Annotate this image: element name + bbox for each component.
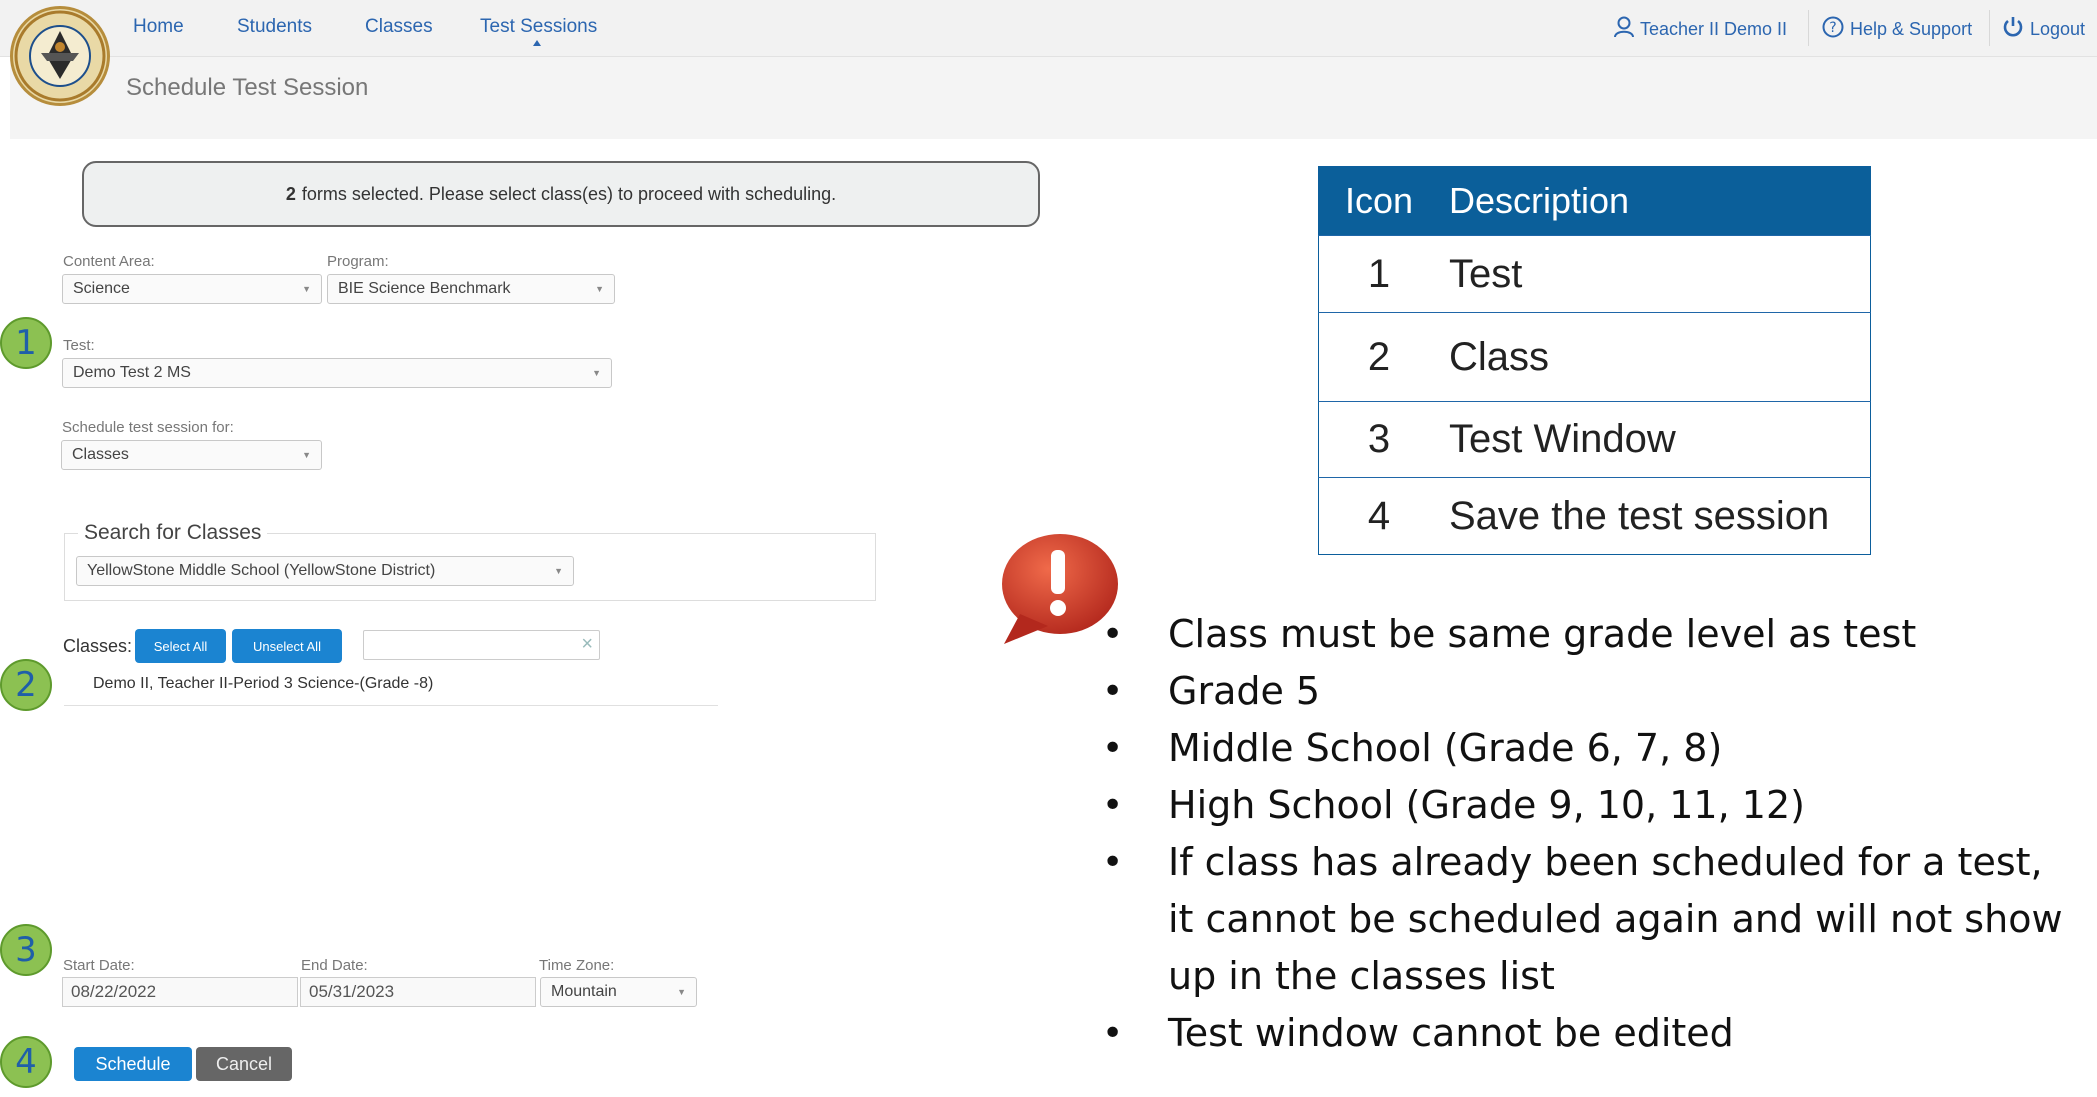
nav-test-sessions[interactable]: Test Sessions [480,16,597,38]
marker-4: 4 [0,1036,52,1088]
message-text: forms selected. Please select class(es) … [301,183,837,204]
row-description: Test Window [1439,401,1871,478]
classes-label: Classes: [63,636,133,656]
dropdown-arrow-icon: ▼ [302,450,311,460]
time-zone-value: Mountain [551,983,617,1000]
nav-home[interactable]: Home [133,16,184,38]
marker-3: 3 [0,924,52,976]
program-select[interactable]: BIE Science Benchmark ▼ [327,274,615,304]
test-select[interactable]: Demo Test 2 MS ▼ [62,358,612,388]
page-title: Schedule Test Session [126,74,369,101]
row-description: Class [1439,312,1871,402]
seal-graphic [14,10,106,102]
divider [1808,10,1809,46]
content-area-select[interactable]: Science ▼ [62,274,322,304]
row-icon: 1 [1318,235,1439,313]
logout-label: Logout [2030,19,2086,39]
select-all-button[interactable]: Select All [135,629,226,663]
class-list-item[interactable]: Demo II, Teacher II-Period 3 Science-(Gr… [93,675,433,693]
start-date-input[interactable]: 08/22/2022 [62,977,298,1007]
row-icon: 2 [1318,312,1439,402]
list-item: Grade 5 [1080,663,2080,720]
school-value: YellowStone Middle School (YellowStone D… [87,562,436,579]
test-label: Test: [63,337,95,354]
end-date-label: End Date: [301,957,368,974]
table-row: 1 Test [1318,235,1871,313]
svg-text:?: ? [1829,20,1836,36]
unselect-all-button[interactable]: Unselect All [232,629,342,663]
schedule-for-label: Schedule test session for: [62,419,234,436]
content-area-value: Science [73,280,130,297]
test-value: Demo Test 2 MS [73,364,191,381]
dropdown-arrow-icon: ▼ [302,284,311,294]
content-area-label: Content Area: [63,253,155,270]
user-menu[interactable]: Teacher II Demo II [1614,16,1787,43]
help-support-link[interactable]: ? Help & Support [1822,16,1972,43]
active-nav-indicator [533,40,541,46]
user-name: Teacher II Demo II [1640,19,1788,39]
school-select[interactable]: YellowStone Middle School (YellowStone D… [76,556,574,586]
schedule-for-value: Classes [72,446,129,463]
bie-logo[interactable] [10,6,110,106]
selection-message: 2 forms selected. Please select class(es… [82,161,1040,227]
table-row: 2 Class [1318,312,1871,402]
schedule-button[interactable]: Schedule [74,1047,192,1081]
divider [64,705,718,706]
dropdown-arrow-icon: ▼ [595,284,604,294]
list-item: High School (Grade 9, 10, 11, 12) [1080,777,2080,834]
logout-link[interactable]: Logout [2002,16,2085,43]
row-description: Save the test session [1439,477,1871,555]
schedule-for-select[interactable]: Classes ▼ [61,440,322,470]
help-icon: ? [1822,16,1844,43]
forms-count: 2 [285,183,296,204]
dropdown-arrow-icon: ▼ [677,987,686,997]
table-row: 4 Save the test session [1318,477,1871,555]
marker-1: 1 [0,317,52,369]
cancel-button[interactable]: Cancel [196,1047,292,1081]
program-value: BIE Science Benchmark [338,280,511,297]
dropdown-arrow-icon: ▼ [592,368,601,378]
icon-legend-table: Icon Description 1 Test 2 Class 3 Test W… [1318,166,1871,555]
list-item: Test window cannot be edited [1080,1005,2080,1062]
help-label: Help & Support [1850,19,1973,39]
clear-filter-icon[interactable]: × [581,633,593,656]
table-row: 3 Test Window [1318,401,1871,478]
nav-classes[interactable]: Classes [365,16,433,38]
list-item: Middle School (Grade 6, 7, 8) [1080,720,2080,777]
end-date-input[interactable]: 05/31/2023 [300,977,536,1007]
list-item: Class must be same grade level as test [1080,606,2080,663]
search-classes-legend: Search for Classes [78,521,268,545]
list-item: If class has already been scheduled for … [1080,834,2080,1005]
divider [1989,10,1990,46]
power-icon [2002,16,2024,43]
notes-list: Class must be same grade level as test G… [1080,606,2080,1062]
class-filter-input[interactable]: × [363,630,600,660]
header-description: Description [1439,166,1871,236]
time-zone-select[interactable]: Mountain ▼ [540,977,697,1007]
row-icon: 3 [1318,401,1439,478]
row-description: Test [1439,235,1871,313]
nav-students[interactable]: Students [237,16,312,38]
program-label: Program: [327,253,389,270]
table-header-row: Icon Description [1318,166,1871,236]
dropdown-arrow-icon: ▼ [554,566,563,576]
time-zone-label: Time Zone: [539,957,615,974]
start-date-label: Start Date: [63,957,135,974]
row-icon: 4 [1318,477,1439,555]
marker-2: 2 [0,659,52,711]
user-icon [1614,16,1634,43]
header-icon: Icon [1318,166,1439,236]
